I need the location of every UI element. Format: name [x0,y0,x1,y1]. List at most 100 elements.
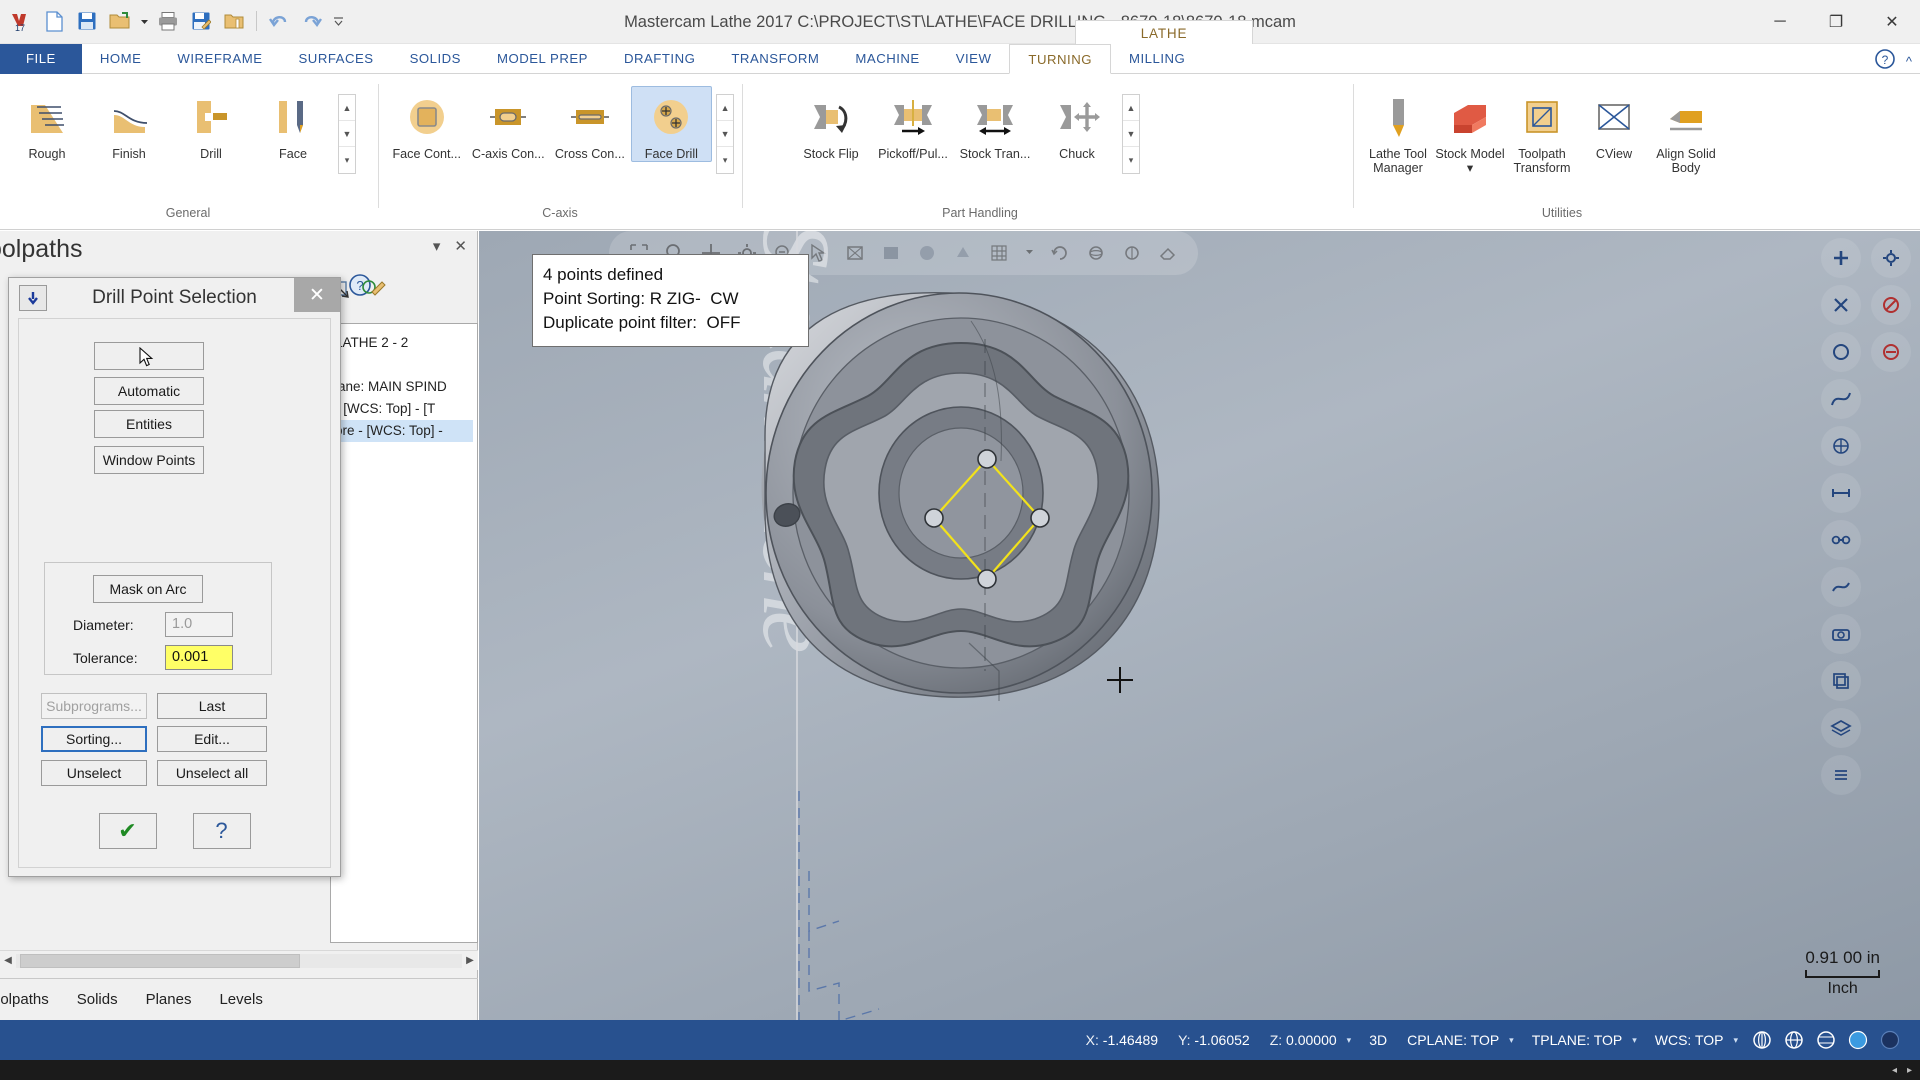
sphere-dark-icon[interactable] [1877,1027,1903,1053]
panel-close-icon[interactable]: ✕ [454,237,467,255]
ribbon-button-face-contour[interactable]: Face Cont... [386,86,468,162]
ribbon-button-face-drill[interactable]: Face Drill [630,86,713,162]
general-group-spinner[interactable]: ▲ ▼ ▾ [338,94,356,174]
forbidden-icon[interactable] [1871,285,1911,325]
ribbon-tab-milling[interactable]: MILLING [1111,44,1203,74]
curve-icon[interactable] [1821,379,1861,419]
scroll-thumb[interactable] [20,953,300,968]
ribbon-tab-drafting[interactable]: DRAFTING [606,44,713,74]
ribbon-button-lathe-tool-manager[interactable]: Lathe Tool Manager [1362,86,1434,176]
unselect-button[interactable]: Unselect [41,760,147,786]
ribbon-button-stock-model[interactable]: Stock Model ▾ [1434,86,1506,176]
taskbar-right-arrow[interactable]: ▸ [1907,1065,1912,1076]
ribbon-tab-machine[interactable]: MACHINE [837,44,937,74]
spinner-up-icon[interactable]: ▲ [717,95,734,121]
mask-on-arc-button[interactable]: Mask on Arc [93,575,203,603]
spinner-up-icon[interactable]: ▲ [1123,95,1139,121]
panel-collapse-icon[interactable]: ▾ [433,237,441,255]
diameter-field[interactable]: 1.0 [165,612,233,637]
panel-tab-planes[interactable]: Planes [132,979,206,1021]
ribbon-button-pickoff-pull[interactable]: Pickoff/Pul... [872,86,954,162]
unselect-all-button[interactable]: Unselect all [157,760,267,786]
subprograms-button[interactable]: Subprograms... [41,693,147,719]
ribbon-button-chuck[interactable]: Chuck [1036,86,1118,162]
measure-icon[interactable] [1821,473,1861,513]
ribbon-button-stock-transfer[interactable]: Stock Tran... [954,86,1036,162]
tolerance-field[interactable]: 0.001 [165,645,233,670]
scroll-track[interactable] [16,953,462,968]
ribbon-button-finish[interactable]: Finish [88,86,170,162]
caxis-group-spinner[interactable]: ▲ ▼ ▾ [716,94,735,174]
ribbon-button-face[interactable]: Face [252,86,334,162]
panel-tab-oolpaths[interactable]: oolpaths [0,979,63,1021]
panel-tab-solids[interactable]: Solids [63,979,132,1021]
status-wcs[interactable]: WCS: TOP [1645,1032,1734,1048]
tplane-dropdown-icon[interactable]: ▾ [1632,1035,1645,1046]
ribbon-button-rough[interactable]: Rough [6,86,88,162]
spinner-down-icon[interactable]: ▼ [339,121,355,147]
taskbar-left-arrow[interactable]: ◂ [1892,1065,1897,1076]
window-points-button[interactable]: Window Points [94,446,204,474]
ok-button[interactable]: ✔ [98,813,157,849]
intersect-icon[interactable] [1821,285,1861,325]
close-button[interactable]: ✕ [1864,0,1920,44]
toolpath-tree-row[interactable] [335,354,473,376]
ribbon-button-align-solid-body[interactable]: Align Solid Body [1650,86,1722,176]
globe-grid-icon[interactable] [1781,1027,1807,1053]
camera-icon[interactable] [1821,614,1861,654]
list-icon[interactable] [1821,755,1861,795]
maximize-button[interactable]: ❐ [1808,0,1864,44]
settings-gear-icon[interactable] [1871,238,1911,278]
coord-z-dropdown-icon[interactable]: ▾ [1347,1035,1360,1046]
scroll-left-arrow[interactable]: ◀ [0,955,16,966]
link-icon[interactable] [1821,520,1861,560]
minimize-button[interactable]: ─ [1752,0,1808,44]
dialog-help-button[interactable]: ? [192,813,251,849]
sphere-blue-icon[interactable] [1845,1027,1871,1053]
toolpath-tree-row[interactable]: ore - [WCS: Top] - [335,420,473,442]
status-mode[interactable]: 3D [1359,1032,1397,1048]
graphics-viewport[interactable]: Streamcache [479,231,1920,1020]
copy-icon[interactable] [1821,661,1861,701]
ribbon-tab-file[interactable]: FILE [0,44,82,74]
status-cplane[interactable]: CPLANE: TOP [1397,1032,1509,1048]
ribbon-tab-wireframe[interactable]: WIREFRAME [159,44,280,74]
spinner-down-icon[interactable]: ▼ [717,121,734,147]
toolpath-paint-icon[interactable] [362,279,386,306]
ribbon-button-drill[interactable]: Drill [170,86,252,162]
manual-select-button[interactable] [94,342,204,370]
ribbon-tab-model-prep[interactable]: MODEL PREP [479,44,606,74]
ribbon-button-toolpath-transform[interactable]: Toolpath Transform [1506,86,1578,176]
automatic-button[interactable]: Automatic [94,377,204,405]
spinner-menu-icon[interactable]: ▾ [339,147,355,173]
sorting-button[interactable]: Sorting... [41,726,147,752]
axes-icon[interactable] [1821,426,1861,466]
spinner-menu-icon[interactable]: ▾ [717,147,733,173]
cplane-dropdown-icon[interactable]: ▾ [1509,1035,1522,1046]
globe-wire-icon[interactable] [1813,1027,1839,1053]
toolpath-tree-row[interactable]: - [WCS: Top] - [T [335,398,473,420]
status-tplane[interactable]: TPLANE: TOP [1522,1032,1633,1048]
spinner-down-icon[interactable]: ▼ [1123,121,1139,147]
panel-hscrollbar[interactable]: ◀ ▶ [0,950,478,970]
ribbon-button-stock-flip[interactable]: Stock Flip [790,86,872,162]
toolpath-tree-row[interactable]: LATHE 2 - 2 [335,332,473,354]
panel-tab-levels[interactable]: Levels [205,979,276,1021]
ribbon-tab-transform[interactable]: TRANSFORM [713,44,837,74]
blocked-icon[interactable] [1871,332,1911,372]
ribbon-button-caxis-contour[interactable]: C-axis Con... [468,86,550,162]
last-button[interactable]: Last [157,693,267,719]
ribbon-button-cview[interactable]: CView [1578,86,1650,162]
scroll-right-arrow[interactable]: ▶ [462,955,478,966]
ribbon-tab-view[interactable]: VIEW [938,44,1010,74]
spinner-up-icon[interactable]: ▲ [339,95,355,121]
toolpath-tree-row[interactable]: lane: MAIN SPIND [335,376,473,398]
ribbon-tab-solids[interactable]: SOLIDS [392,44,479,74]
collapse-ribbon-icon[interactable]: ^ [1906,54,1912,69]
ribbon-button-cross-contour[interactable]: Cross Con... [549,86,631,162]
dialog-close-button[interactable]: ✕ [294,278,340,312]
help-icon[interactable]: ? [1874,48,1896,75]
spinner-menu-icon[interactable]: ▾ [1123,147,1139,173]
ribbon-tab-surfaces[interactable]: SURFACES [281,44,392,74]
chain-icon[interactable] [1821,567,1861,607]
